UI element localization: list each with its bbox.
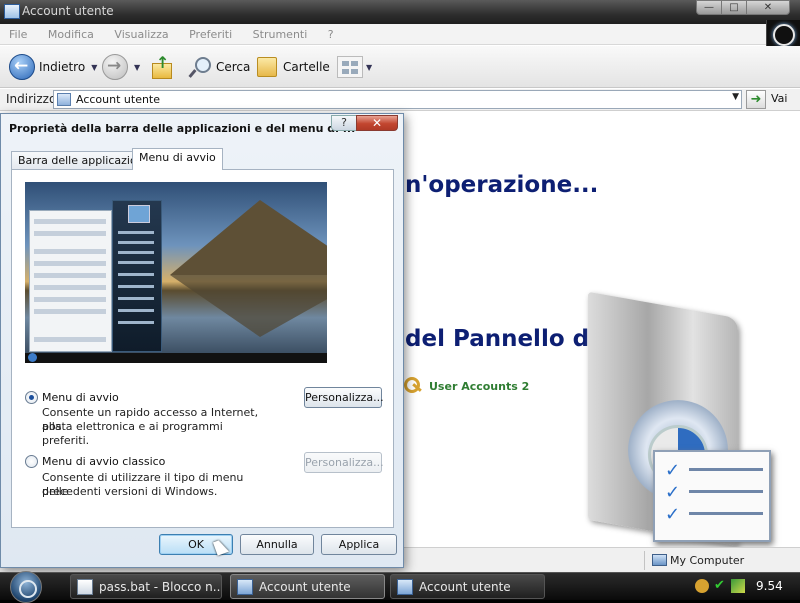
folder-icon [257,57,277,77]
search-label: Cerca [216,60,251,74]
taskbar: pass.bat - Blocco n... Account utente Ac… [0,571,800,603]
search-icon [190,56,211,78]
start-menu-preview [25,182,327,363]
apply-button[interactable]: Applica [321,534,397,555]
task-heading: n'operazione... [405,172,599,198]
up-button[interactable] [150,53,174,81]
security-center-icon[interactable] [731,579,745,593]
go-arrow-icon[interactable]: ➜ [746,90,766,109]
start-menu-description-2: posta elettronica e ai programmi preferi… [42,420,223,447]
taskbar-properties-dialog: Proprietà della barra delle applicazioni… [0,113,404,568]
back-label: Indietro [39,60,86,74]
address-label: Indirizzo [6,92,57,106]
taskbar-item-notepad[interactable]: pass.bat - Blocco n... [70,574,222,599]
maximize-button[interactable]: □ [721,0,747,15]
clock[interactable]: 9.54 [756,579,783,593]
address-bar: Indirizzo Account utente ▼ ➜ Vai [0,89,800,111]
taskbar-item-account-utente-2[interactable]: Account utente [390,574,545,599]
key-icon [402,375,424,397]
toolbar: Indietro ▼ ▼ Cerca Cartelle ▼ [0,46,800,88]
user-accounts-label: User Accounts 2 [429,379,530,393]
address-input[interactable]: Account utente ▼ [53,90,742,109]
address-value: Account utente [76,93,161,106]
back-arrow-icon [9,54,35,80]
folders-button[interactable]: Cartelle [257,53,330,81]
search-button[interactable]: Cerca [190,53,250,81]
views-dropdown-icon: ▼ [366,62,373,72]
user-accounts-link[interactable]: User Accounts 2 [402,375,529,397]
menu-help[interactable]: ? [319,24,342,41]
forward-button[interactable]: ▼ [102,53,140,81]
forward-dropdown-icon[interactable]: ▼ [134,63,140,72]
radio-start-menu[interactable] [25,391,38,404]
back-dropdown-icon[interactable]: ▼ [91,63,97,72]
status-location: My Computer [670,554,745,567]
menu-visualizza[interactable]: Visualizza [105,24,176,41]
menu-modifica[interactable]: Modifica [39,24,102,41]
views-icon [337,56,363,78]
classic-menu-description-2: precedenti versioni di Windows. [42,485,218,498]
radio-classic-start-menu[interactable] [25,455,38,468]
cancel-button[interactable]: Annulla [240,534,314,555]
menu-preferiti[interactable]: Preferiti [180,24,240,41]
control-panel-folder-icon: ✓ ✓ ✓ [578,291,793,547]
taskbar-item-label: Account utente [259,579,351,594]
dialog-close-button[interactable]: ✕ [356,115,398,131]
customize-start-menu-button[interactable]: Personalizza... [304,387,384,408]
key-tray-icon[interactable] [695,579,709,593]
help-button[interactable]: ? [331,115,357,131]
go-button[interactable]: Vai [771,92,787,105]
views-button[interactable]: ▼ [337,53,372,81]
start-menu-option-label[interactable]: Menu di avvio [42,391,119,404]
window-icon [4,4,20,19]
tab-start-menu[interactable]: Menu di avvio [132,148,223,170]
taskbar-item-label: pass.bat - Blocco n... [99,579,222,594]
close-button[interactable]: ✕ [746,0,790,15]
customize-classic-menu-button: Personalizza... [304,452,384,473]
folders-label: Cartelle [283,60,330,74]
start-button[interactable] [10,571,42,603]
address-dropdown-icon[interactable]: ▼ [732,92,739,102]
network-icon[interactable]: ✔ [714,579,728,593]
user-accounts-icon [397,578,413,595]
explorer-titlebar[interactable]: Account utente — □ ✕ [0,0,800,24]
menu-strumenti[interactable]: Strumenti [244,24,316,41]
taskbar-item-account-utente-1[interactable]: Account utente [230,574,385,599]
classic-start-menu-option-label[interactable]: Menu di avvio classico [42,455,165,468]
dialog-title: Proprietà della barra delle applicazioni… [9,122,356,135]
start-menu-tab-panel: Menu di avvio Consente un rapido accesso… [11,169,394,528]
control-panel-icon [57,93,71,106]
taskbar-item-label: Account utente [419,579,511,594]
back-button[interactable]: Indietro ▼ [9,53,97,81]
explorer-window-icon [237,578,253,595]
menu-bar: File Modifica Visualizza Preferiti Strum… [0,24,800,45]
computer-icon [652,554,667,566]
window-title: Account utente [22,4,114,18]
folder-up-icon [150,53,174,79]
forward-arrow-icon [102,54,128,80]
menu-file[interactable]: File [0,24,35,41]
notepad-icon [77,578,93,595]
minimize-button[interactable]: — [696,0,722,15]
